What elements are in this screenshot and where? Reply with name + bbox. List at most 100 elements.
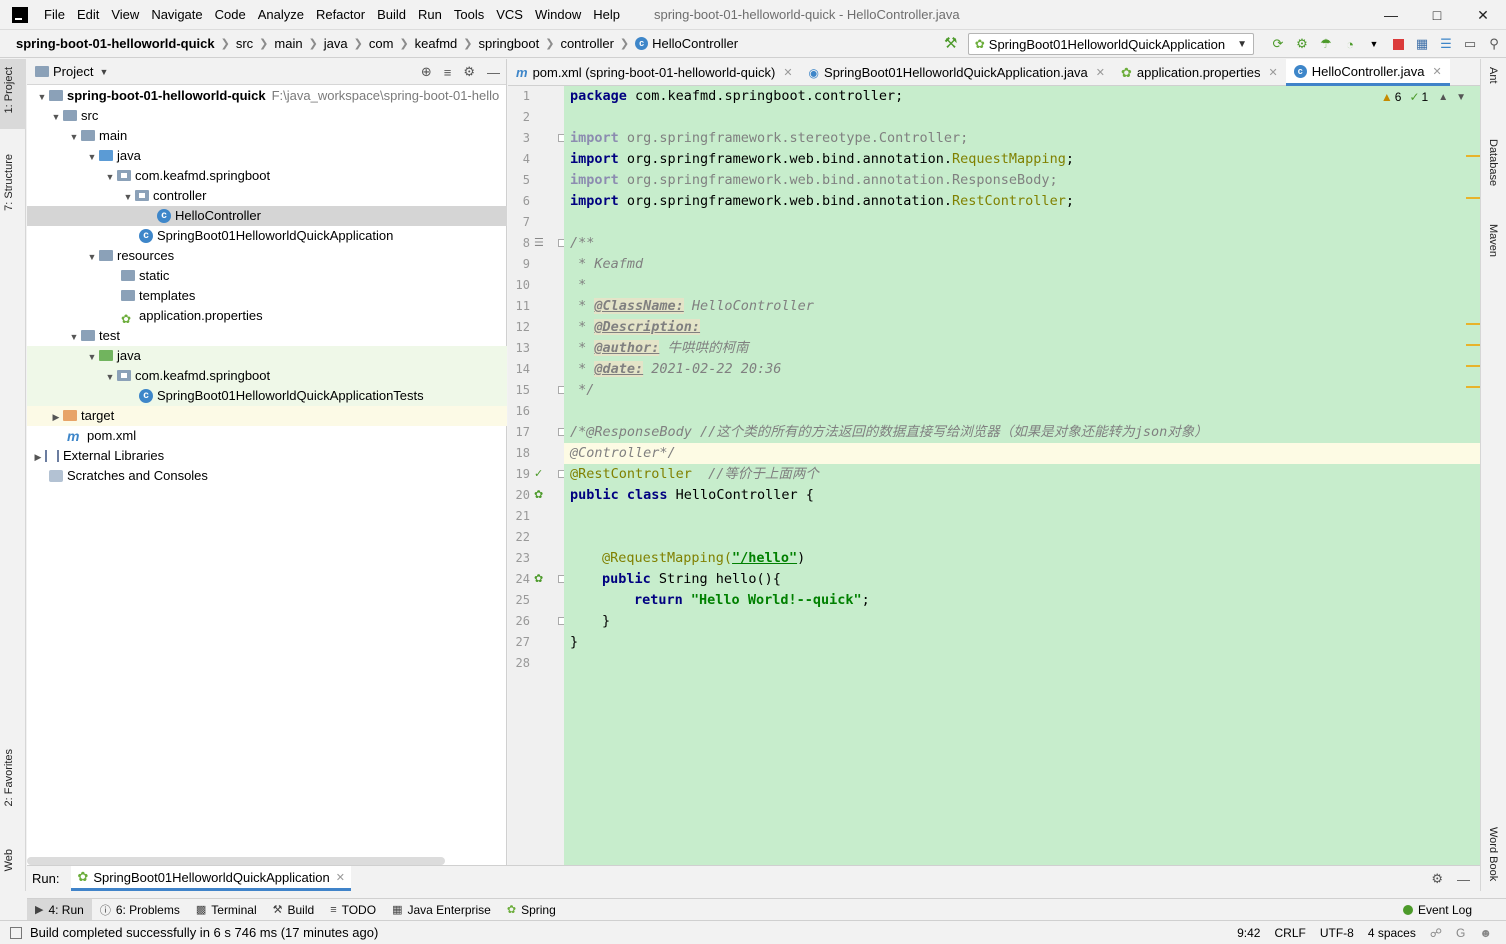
tool-todo[interactable]: ≡ TODO	[322, 899, 384, 921]
locate-file-icon[interactable]: ⊕	[421, 64, 432, 80]
error-stripe-marker[interactable]	[1466, 155, 1480, 157]
maximize-icon[interactable]: □	[1414, 0, 1460, 30]
expanded-arrow-icon[interactable]: ▼	[103, 167, 117, 187]
tab-application-properties[interactable]: ✿ application.properties ✕	[1113, 59, 1286, 86]
line-separator[interactable]: CRLF	[1274, 926, 1305, 940]
project-structure-icon[interactable]: ▦	[1411, 33, 1433, 55]
tree-item-external-libraries[interactable]: ▶ External Libraries	[27, 446, 507, 466]
menu-build[interactable]: Build	[371, 0, 412, 30]
tree-item-templates[interactable]: templates	[27, 286, 507, 306]
close-tab-icon[interactable]: ✕	[783, 66, 792, 79]
rerun-icon[interactable]: ⟳	[1267, 33, 1289, 55]
tool-windows-toggle-icon[interactable]	[10, 926, 22, 939]
collapse-all-icon[interactable]: ≡	[444, 65, 452, 80]
tree-item-java[interactable]: ▼ java	[27, 146, 507, 166]
expanded-arrow-icon[interactable]: ▼	[67, 327, 81, 347]
chevron-down-icon[interactable]: ▼	[99, 67, 108, 77]
more-run-chevron-icon[interactable]: ▼	[1363, 33, 1385, 55]
breadcrumb-main[interactable]: main	[274, 36, 302, 51]
status-message[interactable]: Build completed successfully in 6 s 746 …	[30, 925, 378, 940]
tab-pom-xml[interactable]: m pom.xml (spring-boot-01-helloworld-qui…	[508, 59, 801, 86]
expanded-arrow-icon[interactable]: ▼	[103, 367, 117, 387]
settings-gear-icon[interactable]: ⚙	[1431, 871, 1443, 887]
lock-icon[interactable]: ☍	[1430, 926, 1442, 940]
close-icon[interactable]: ✕	[1460, 0, 1506, 30]
indent-setting[interactable]: 4 spaces	[1368, 926, 1416, 940]
next-highlight-icon[interactable]: ▼	[1456, 92, 1466, 103]
expanded-arrow-icon[interactable]: ▼	[49, 107, 63, 127]
code-editor[interactable]: ▲ 6 ✓ 1 ▲ ▼ package com.keafmd.springboo…	[564, 86, 1480, 865]
project-view-selector[interactable]: Project	[53, 64, 93, 79]
error-stripe-marker[interactable]	[1466, 386, 1480, 388]
tree-item-src[interactable]: ▼ src	[27, 106, 507, 126]
expanded-arrow-icon[interactable]: ▼	[85, 247, 99, 267]
tree-item-test-package[interactable]: ▼ com.keafmd.springboot	[27, 366, 507, 386]
word-book-tool-tab[interactable]: Word Book	[1487, 827, 1499, 881]
maven-tool-tab[interactable]: Maven	[1487, 224, 1499, 257]
stop-icon[interactable]	[1387, 33, 1409, 55]
tree-item-scratches[interactable]: Scratches and Consoles	[27, 466, 507, 486]
menu-code[interactable]: Code	[209, 0, 252, 30]
tree-item-main[interactable]: ▼ main	[27, 126, 507, 146]
tool-problems[interactable]: ⓘ 6: Problems	[92, 899, 188, 921]
horizontal-scrollbar[interactable]	[27, 857, 445, 865]
presentation-icon[interactable]: ▭	[1459, 33, 1481, 55]
minimize-icon[interactable]: —	[1368, 0, 1414, 30]
breadcrumb-com[interactable]: com	[369, 36, 394, 51]
menu-window[interactable]: Window	[529, 0, 587, 30]
close-tab-icon[interactable]: ✕	[1269, 66, 1278, 79]
tool-java-enterprise[interactable]: ▦ Java Enterprise	[384, 899, 499, 921]
caret-position[interactable]: 9:42	[1237, 926, 1260, 940]
close-tab-icon[interactable]: ✕	[1096, 66, 1105, 79]
settings-gear-icon[interactable]: ⚙	[463, 64, 475, 80]
tree-item-application-class[interactable]: SpringBoot01HelloworldQuickApplication	[27, 226, 507, 246]
expanded-arrow-icon[interactable]: ▼	[85, 147, 99, 167]
request-mapping-gutter-icon[interactable]: ✿	[534, 569, 543, 590]
spring-bean-gutter-icon[interactable]: ✿	[534, 485, 543, 506]
tree-item-project-root[interactable]: ▼ spring-boot-01-helloworld-quick F:\java_…	[27, 86, 507, 106]
project-tool-tab[interactable]: 1: Project	[3, 67, 15, 113]
editor-gutter[interactable]: 1 2 3 4 5 6 7 8 9 10 11 12 13 14 15 16 1…	[508, 86, 566, 865]
tab-hellocontroller[interactable]: c HelloController.java ✕	[1285, 59, 1450, 86]
database-tool-tab[interactable]: Database	[1487, 139, 1499, 186]
collapsed-arrow-icon[interactable]: ▶	[49, 407, 63, 427]
tree-item-application-properties[interactable]: ✿ application.properties	[27, 306, 507, 326]
collapsed-arrow-icon[interactable]: ▶	[31, 447, 45, 467]
menu-navigate[interactable]: Navigate	[145, 0, 208, 30]
tree-item-application-tests[interactable]: SpringBoot01HelloworldQuickApplicationTe…	[27, 386, 507, 406]
hide-panel-icon[interactable]: —	[487, 65, 500, 80]
build-hammer-icon[interactable]: ⚒	[942, 35, 960, 53]
tree-item-static[interactable]: static	[27, 266, 507, 286]
error-stripe-marker[interactable]	[1466, 365, 1480, 367]
expanded-arrow-icon[interactable]: ▼	[67, 127, 81, 147]
previous-highlight-icon[interactable]: ▲	[1438, 92, 1448, 103]
tool-spring[interactable]: ✿ Spring	[499, 899, 564, 921]
menu-vcs[interactable]: VCS	[490, 0, 529, 30]
close-tab-icon[interactable]: ✕	[1432, 65, 1441, 78]
web-tool-tab[interactable]: Web	[3, 849, 15, 871]
favorites-tool-tab[interactable]: 2: Favorites	[3, 749, 15, 806]
run-tab[interactable]: ✿ SpringBoot01HelloworldQuickApplication…	[71, 866, 351, 891]
close-tab-icon[interactable]: ✕	[336, 871, 345, 884]
menu-analyze[interactable]: Analyze	[252, 0, 310, 30]
menu-tools[interactable]: Tools	[448, 0, 490, 30]
hide-panel-icon[interactable]: —	[1457, 872, 1470, 887]
search-everywhere-icon[interactable]: ⚲	[1483, 33, 1505, 55]
breadcrumb-project[interactable]: spring-boot-01-helloworld-quick	[16, 36, 215, 51]
tree-item-test-java[interactable]: ▼ java	[27, 346, 507, 366]
expanded-arrow-icon[interactable]: ▼	[35, 87, 49, 107]
breadcrumb-hellocontroller[interactable]: HelloController	[652, 36, 738, 51]
spring-bean-gutter-icon[interactable]: ✓	[534, 464, 543, 485]
error-stripe-marker[interactable]	[1466, 344, 1480, 346]
breadcrumb-java[interactable]: java	[324, 36, 348, 51]
tool-build[interactable]: ⚒ Build	[265, 899, 323, 921]
tab-application-class[interactable]: ◉ SpringBoot01HelloworldQuickApplication…	[801, 59, 1113, 86]
breadcrumb-src[interactable]: src	[236, 36, 253, 51]
tool-run[interactable]: ▶ 4: Run	[27, 898, 92, 921]
breadcrumb-controller[interactable]: controller	[560, 36, 613, 51]
inspection-widget[interactable]: ▲ 6 ✓ 1 ▲ ▼	[1381, 90, 1466, 104]
tree-item-pom[interactable]: m pom.xml	[27, 426, 507, 446]
breadcrumb-springboot[interactable]: springboot	[479, 36, 540, 51]
debug-icon[interactable]: ⚙	[1291, 33, 1313, 55]
tree-item-target[interactable]: ▶ target	[27, 406, 507, 426]
